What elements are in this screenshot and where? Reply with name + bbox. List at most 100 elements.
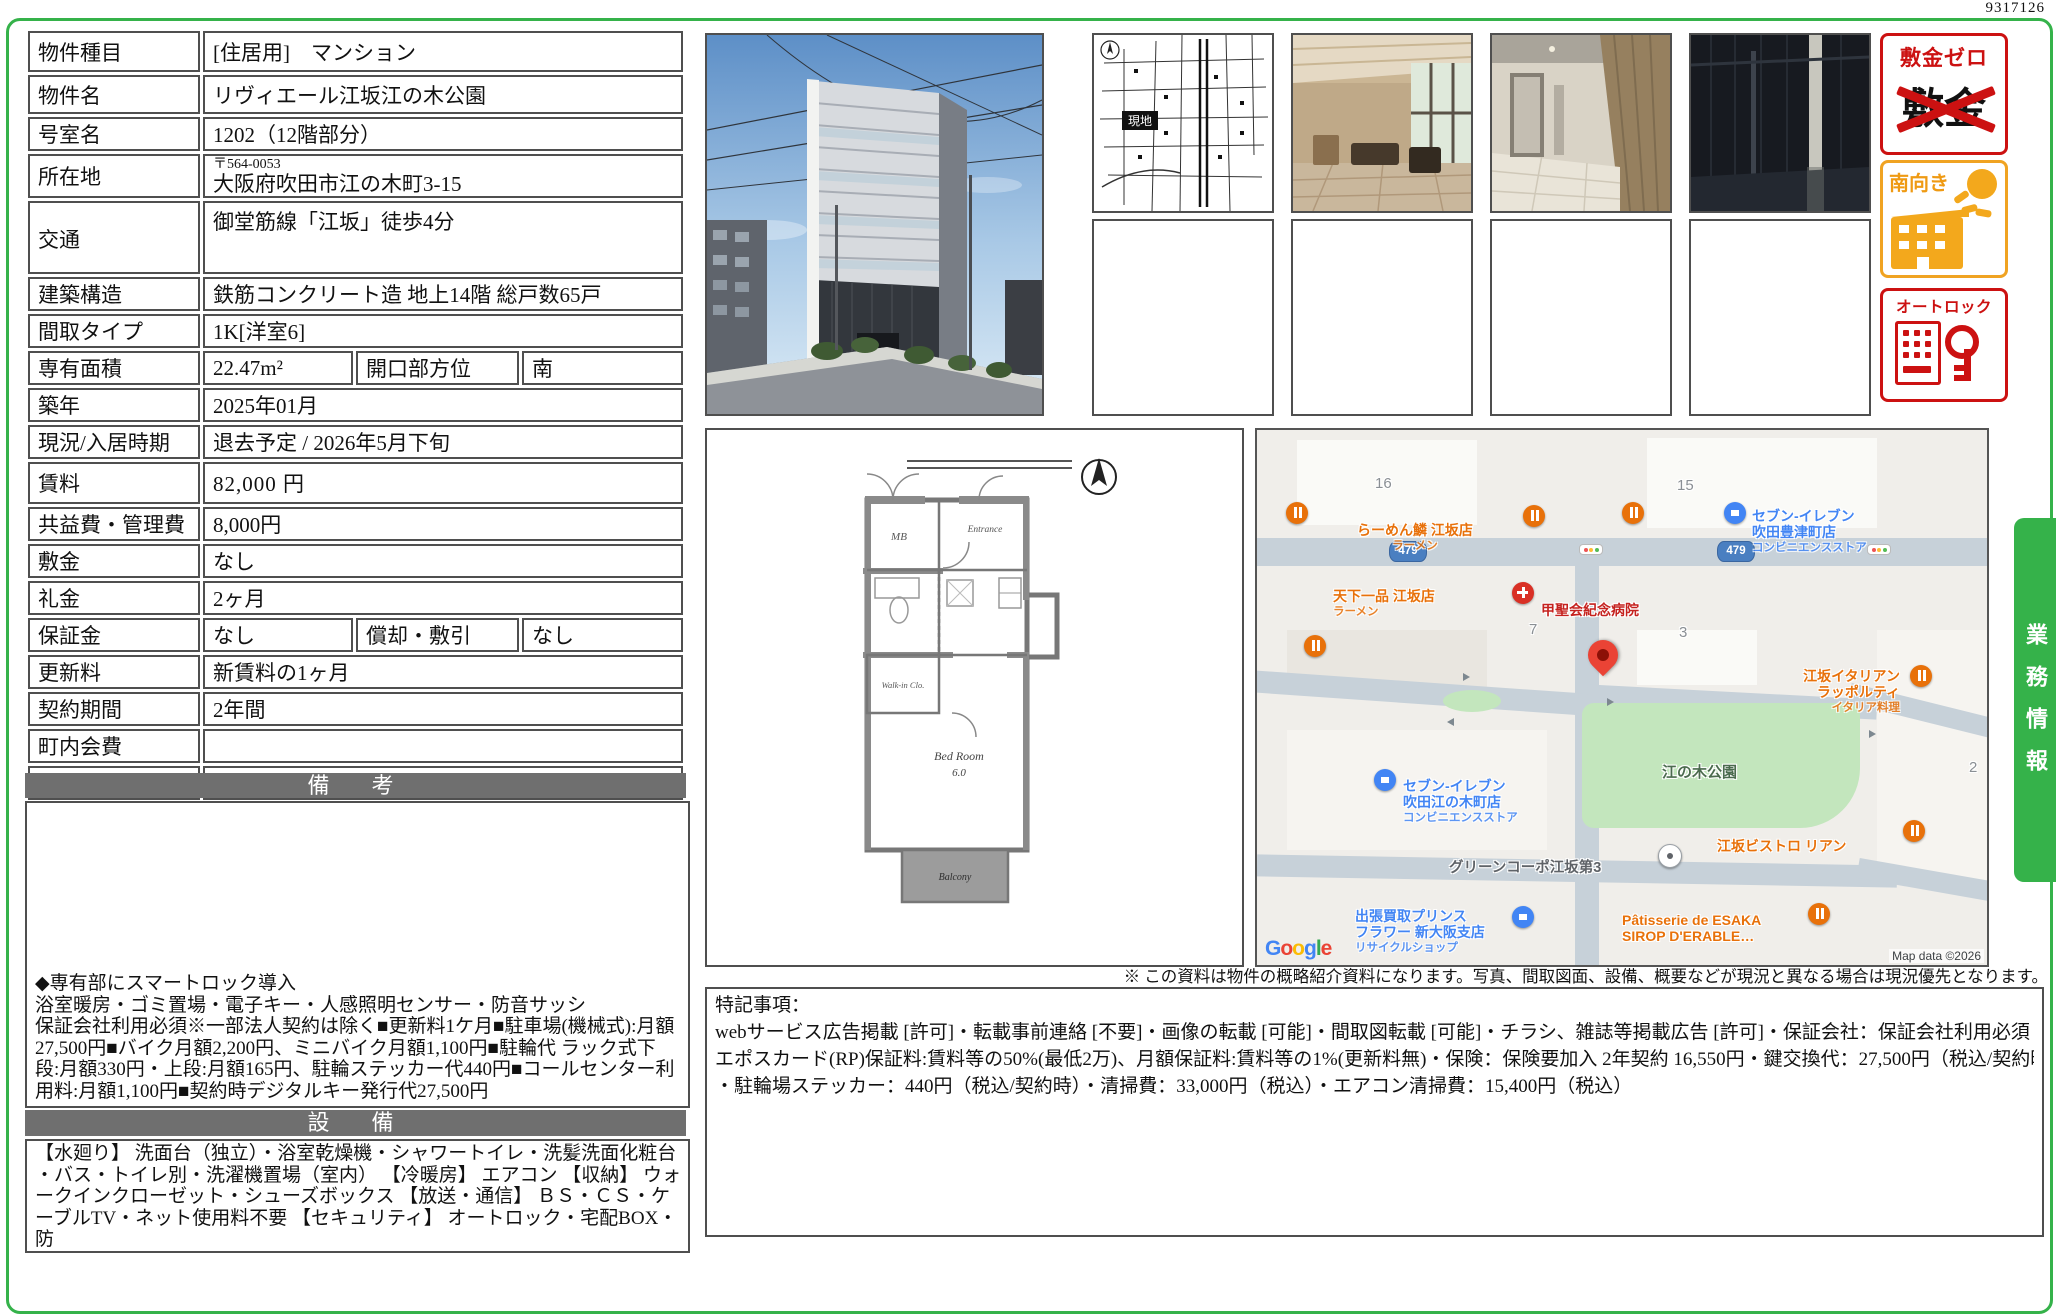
document-number: 9317126 (1955, 0, 2045, 17)
equipment-text: 【水廻り】 洗面台（独立）・浴室乾燥機・シャワートイレ・洗髪洗面化粧台 ・バス・… (27, 1141, 688, 1255)
row-value: リヴィエール江坂江の木公園 (203, 75, 683, 114)
road-arrow-icon (1869, 730, 1876, 738)
address-text: 大阪府吹田市江の木町3-15 (213, 172, 677, 196)
floorplan-balcony-label: Balcony (939, 872, 972, 883)
empty-photo-slot (1092, 219, 1274, 416)
tab-business-info-label: 業務情報 (2019, 609, 2051, 791)
row-value: 御堂筋線「江坂」徒歩4分 (203, 201, 683, 274)
table-row: 共益費・管理費 8,000円 (28, 507, 683, 541)
empty-photo-slot (1689, 219, 1871, 416)
row-value: 2年間 (203, 692, 683, 726)
row-label: 物件名 (28, 75, 200, 114)
map-block-number: 3 (1679, 625, 1687, 641)
special-notes-title: 特記事項： (715, 992, 2034, 1019)
row-value: なし (203, 544, 683, 578)
crossed-out-deposit: 敷金 (1902, 78, 1986, 140)
rent-value: 82,000 円 (203, 462, 683, 504)
table-row: 更新料 新賃料の1ヶ月 (28, 655, 683, 689)
floorplan-bedroom-size: 6.0 (952, 767, 966, 779)
remarks-text: ◆専有部にスマートロック導入 浴室暖房・ゴミ置場・電子キー・人感照明センサー・防… (27, 971, 679, 1106)
hallway-photo-thumbnail (1490, 33, 1672, 213)
map-copyright: Map data ©2026 (1889, 949, 1984, 963)
table-row: 専有面積 22.47m² 開口部方位 南 (28, 351, 683, 385)
main-building-photo (705, 33, 1044, 416)
row-label: 保証金 (28, 618, 200, 652)
special-notes-line: webサービス広告掲載 [許可]・転載事前連絡 [不要]・画像の転載 [可能]・… (715, 1019, 2034, 1046)
row-value: 鉄筋コンクリート造 地上14階 総戸数65戸 (203, 277, 683, 311)
window-shape (1899, 241, 1909, 249)
postal-code: 〒564-0053 (213, 157, 677, 172)
remarks-box: ◆専有部にスマートロック導入 浴室暖房・ゴミ置場・電子キー・人感照明センサー・防… (25, 801, 690, 1108)
table-row: 築年 2025年01月 (28, 388, 683, 422)
map-poi-label: グリーンコーポ江坂第3 (1449, 844, 1601, 876)
row-label: 共益費・管理費 (28, 507, 200, 541)
traffic-light-icon (1867, 544, 1891, 555)
table-row: 物件種目 [住居用] マンション (28, 31, 683, 72)
entrance-photo-thumbnail (1689, 33, 1871, 213)
sun-ray-icon (1975, 208, 1992, 218)
row-value: 8,000円 (203, 507, 683, 541)
row-label: 町内会費 (28, 729, 200, 763)
lobby-photo-thumbnail (1291, 33, 1473, 213)
route-479-badge: 479 (1717, 541, 1755, 562)
floorplan-wic-label: Walk-in Clo. (882, 680, 925, 690)
badge-south-facing: 南向き (1880, 160, 2008, 278)
badge-no-deposit: 敷金ゼロ 敷金 (1880, 33, 2008, 155)
map-poi-label: 天下一品 江坂店ラーメン (1333, 572, 1435, 620)
table-row: 所在地 〒564-0053 大阪府吹田市江の木町3-15 (28, 154, 683, 198)
map-poi-label: 甲聖会紀念病院 (1541, 586, 1639, 618)
row-value: 退去予定 / 2026年5月下旬 (203, 425, 683, 459)
window-shape (1935, 225, 1945, 233)
roof-shape (1891, 209, 1969, 217)
row-value: 2025年01月 (203, 388, 683, 422)
table-row: 保証金 なし 償却・敷引 なし (28, 618, 683, 652)
equipment-box: 【水廻り】 洗面台（独立）・浴室乾燥機・シャワートイレ・洗髪洗面化粧台 ・バス・… (25, 1139, 690, 1253)
key-tooth (1954, 375, 1964, 381)
tab-business-info[interactable]: 業務情報 (2014, 518, 2056, 882)
row-label: 礼金 (28, 581, 200, 615)
traffic-light-icon (1579, 544, 1603, 555)
map-block-number: 15 (1677, 478, 1694, 494)
entrance-illustration (1691, 35, 1869, 211)
hospital-pin-icon (1512, 582, 1534, 604)
table-row: 建築構造 鉄筋コンクリート造 地上14階 総戸数65戸 (28, 277, 683, 311)
shop-pin-icon (1512, 906, 1534, 928)
restaurant-pin-icon (1903, 820, 1925, 842)
row-value: 2ヶ月 (203, 581, 683, 615)
map-block-number: 2 (1969, 760, 1977, 776)
row-label: 築年 (28, 388, 200, 422)
restaurant-pin-icon (1910, 665, 1932, 687)
row-value: 南 (522, 351, 683, 385)
row-value: 1202（12階部分） (203, 117, 683, 151)
special-notes-box: 特記事項： webサービス広告掲載 [許可]・転載事前連絡 [不要]・画像の転載… (705, 987, 2044, 1237)
row-label: 更新料 (28, 655, 200, 689)
badge-auto-lock-title: オートロック (1883, 295, 2005, 317)
map-poi-label: 江坂ビストロ リアン (1717, 822, 1846, 854)
site-map-illustration: 現地 (1094, 35, 1272, 211)
site-map-thumbnail: 現地 (1092, 33, 1274, 213)
floorplan-bedroom-label: Bed Room (934, 749, 984, 763)
building-pin-icon (1658, 844, 1682, 868)
row-label: 所在地 (28, 154, 200, 198)
road-arrow-icon (1447, 718, 1454, 726)
map-poi-label: 出張買取プリンス フラワー 新大阪支店リサイクルショップ (1355, 892, 1485, 956)
row-value: 1K[洋室6] (203, 314, 683, 348)
intercom-panel-icon (1895, 321, 1941, 385)
window-shape (1899, 225, 1909, 233)
row-value: [住居用] マンション (203, 31, 683, 72)
row-label: 建築構造 (28, 277, 200, 311)
road-arrow-icon (1463, 673, 1470, 681)
map-block-number: 16 (1375, 476, 1392, 492)
row-value: 新賃料の1ヶ月 (203, 655, 683, 689)
key-stem (1964, 349, 1971, 381)
window-shape (1917, 241, 1927, 249)
genchi-label: 現地 (1128, 114, 1152, 128)
special-notes-line: エポスカード(RP)保証料:賃料等の50%(最低2万)、月額保証料:賃料等の1%… (715, 1046, 2034, 1073)
restaurant-pin-icon (1808, 903, 1830, 925)
row-label: 開口部方位 (356, 351, 519, 385)
road-arrow-icon (1607, 698, 1614, 706)
map-poi-label: 江坂イタリアン ラッポルティイタリア料理 (1765, 652, 1900, 716)
building-icon (1891, 217, 1963, 269)
badge-no-deposit-title: 敷金ゼロ (1883, 42, 2005, 72)
row-value: 〒564-0053 大阪府吹田市江の木町3-15 (203, 154, 683, 198)
